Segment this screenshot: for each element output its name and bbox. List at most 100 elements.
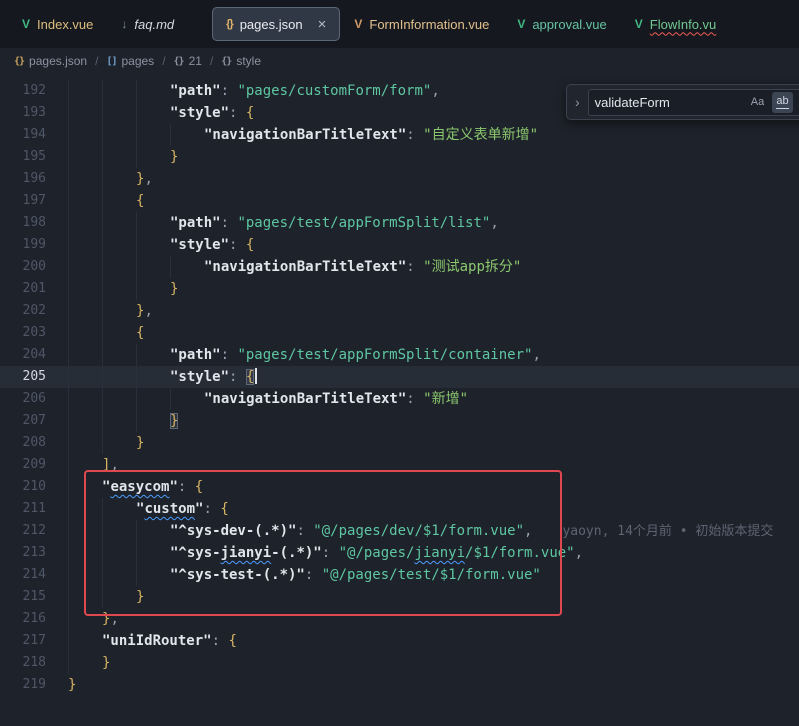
line-number[interactable]: 195 bbox=[0, 146, 46, 168]
code-line-206[interactable]: 206 "navigationBarTitleText": "新增" bbox=[0, 388, 799, 410]
line-number[interactable]: 203 bbox=[0, 322, 46, 344]
code-line-219[interactable]: 219} bbox=[0, 674, 799, 696]
find-query-text[interactable]: validateForm bbox=[595, 95, 743, 110]
indent-guide bbox=[136, 564, 170, 586]
line-number[interactable]: 202 bbox=[0, 300, 46, 322]
line-number[interactable]: 198 bbox=[0, 212, 46, 234]
symbol-icon: {} bbox=[14, 56, 24, 67]
indent-guide bbox=[68, 168, 102, 190]
line-number[interactable]: 217 bbox=[0, 630, 46, 652]
line-number[interactable]: 211 bbox=[0, 498, 46, 520]
breadcrumb-separator: / bbox=[95, 54, 98, 68]
code-line-204[interactable]: 204"path": "pages/test/appFormSplit/cont… bbox=[0, 344, 799, 366]
code-line-200[interactable]: 200"navigationBarTitleText": "测试app拆分" bbox=[0, 256, 799, 278]
indent-guide bbox=[136, 388, 170, 410]
indent-guide bbox=[68, 190, 102, 212]
code-line-197[interactable]: 197{ bbox=[0, 190, 799, 212]
line-number[interactable]: 193 bbox=[0, 102, 46, 124]
line-number[interactable]: 194 bbox=[0, 124, 46, 146]
code-line-210[interactable]: 210 "easycom": { bbox=[0, 476, 799, 498]
line-number[interactable]: 204 bbox=[0, 344, 46, 366]
line-number[interactable]: 200 bbox=[0, 256, 46, 278]
code-line-194[interactable]: 194 "navigationBarTitleText": "自定义表单新增" bbox=[0, 124, 799, 146]
code-line-211[interactable]: 211"custom": { bbox=[0, 498, 799, 520]
indent-guide bbox=[68, 124, 102, 146]
code-token: , bbox=[144, 171, 152, 187]
indent-guide bbox=[102, 410, 136, 432]
line-content: "easycom": { bbox=[68, 476, 799, 498]
line-number[interactable]: 209 bbox=[0, 454, 46, 476]
code-token: : bbox=[406, 259, 423, 275]
code-token: "navigationBarTitleText" bbox=[204, 259, 406, 275]
code-line-214[interactable]: 214"^sys-test-(.*)": "@/pages/test/$1/fo… bbox=[0, 564, 799, 586]
line-content: "navigationBarTitleText": "自定义表单新增" bbox=[68, 124, 799, 146]
code-line-218[interactable]: 218} bbox=[0, 652, 799, 674]
code-line-199[interactable]: 199"style": { bbox=[0, 234, 799, 256]
tab-flowinfo-vu[interactable]: VFlowInfo.vu bbox=[621, 7, 731, 41]
line-number[interactable]: 210 bbox=[0, 476, 46, 498]
code-line-209[interactable]: 209], bbox=[0, 454, 799, 476]
indent-guide bbox=[136, 410, 170, 432]
code-line-212[interactable]: 212"^sys-dev-(.*)": "@/pages/dev/$1/form… bbox=[0, 520, 799, 542]
code-line-202[interactable]: 202}, bbox=[0, 300, 799, 322]
breadcrumb-item-style[interactable]: {}style bbox=[221, 54, 261, 68]
line-number[interactable]: 212 bbox=[0, 520, 46, 542]
code-line-205[interactable]: 205 "style": { bbox=[0, 366, 799, 388]
json-file-icon: {} bbox=[226, 19, 233, 30]
line-number[interactable]: 215 bbox=[0, 586, 46, 608]
code-line-207[interactable]: 207} bbox=[0, 410, 799, 432]
match-case-button[interactable]: Aa bbox=[747, 92, 768, 113]
code-line-213[interactable]: 213"^sys-jianyi-(.*)": "@/pages/jianyi/$… bbox=[0, 542, 799, 564]
code-token: "style" bbox=[170, 237, 229, 253]
tab-index-vue[interactable]: VIndex.vue bbox=[8, 7, 107, 41]
code-line-196[interactable]: 196}, bbox=[0, 168, 799, 190]
line-number[interactable]: 206 bbox=[0, 388, 46, 410]
code-token: "navigationBarTitleText" bbox=[204, 391, 406, 407]
code-line-217[interactable]: 217"uniIdRouter": { bbox=[0, 630, 799, 652]
tab-label: pages.json bbox=[240, 18, 303, 31]
tab-pages-json[interactable]: {} pages.json × bbox=[212, 7, 340, 41]
line-number[interactable]: 214 bbox=[0, 564, 46, 586]
indent-guide bbox=[102, 124, 136, 146]
line-number[interactable]: 216 bbox=[0, 608, 46, 630]
whole-word-button[interactable]: ab bbox=[772, 92, 793, 113]
toggle-replace-chevron-icon[interactable]: › bbox=[575, 95, 580, 109]
line-number[interactable]: 197 bbox=[0, 190, 46, 212]
code-line-195[interactable]: 195} bbox=[0, 146, 799, 168]
line-number[interactable]: 196 bbox=[0, 168, 46, 190]
line-content: "style": { bbox=[68, 366, 799, 388]
line-content: "navigationBarTitleText": "新增" bbox=[68, 388, 799, 410]
indent-guide bbox=[68, 388, 102, 410]
line-number[interactable]: 219 bbox=[0, 674, 46, 696]
breadcrumb-separator: / bbox=[162, 54, 165, 68]
code-line-203[interactable]: 203{ bbox=[0, 322, 799, 344]
code-line-215[interactable]: 215} bbox=[0, 586, 799, 608]
line-number[interactable]: 199 bbox=[0, 234, 46, 256]
find-widget[interactable]: › validateForm Aa ab .* bbox=[566, 84, 799, 120]
breadcrumb-item-21[interactable]: {}21 bbox=[174, 54, 202, 68]
tab-forminformation-vue[interactable]: VFormInformation.vue bbox=[340, 7, 503, 41]
close-icon[interactable]: × bbox=[318, 17, 327, 32]
indent-guide bbox=[102, 256, 136, 278]
code-token: "pages/customForm/form" bbox=[237, 83, 431, 99]
indent-guide bbox=[68, 498, 102, 520]
code-line-198[interactable]: 198"path": "pages/test/appFormSplit/list… bbox=[0, 212, 799, 234]
code-line-216[interactable]: 216}, bbox=[0, 608, 799, 630]
code-line-201[interactable]: 201} bbox=[0, 278, 799, 300]
breadcrumb-item-pages[interactable]: []pages bbox=[106, 54, 154, 68]
code-token: "@/pages/test/$1/form.vue" bbox=[322, 567, 541, 583]
line-number[interactable]: 218 bbox=[0, 652, 46, 674]
line-number[interactable]: 192 bbox=[0, 80, 46, 102]
code-line-208[interactable]: 208} bbox=[0, 432, 799, 454]
indent-guide bbox=[102, 212, 136, 234]
line-number[interactable]: 207 bbox=[0, 410, 46, 432]
indent-guide bbox=[102, 542, 136, 564]
line-number[interactable]: 213 bbox=[0, 542, 46, 564]
find-input[interactable]: validateForm Aa ab .* bbox=[588, 89, 799, 116]
line-number[interactable]: 205 bbox=[0, 366, 46, 388]
tab-faq-md[interactable]: ↓faq.md bbox=[107, 7, 188, 41]
tab-approval-vue[interactable]: Vapproval.vue bbox=[503, 7, 620, 41]
line-number[interactable]: 208 bbox=[0, 432, 46, 454]
breadcrumb-item-pages-json[interactable]: {}pages.json bbox=[14, 54, 87, 68]
line-number[interactable]: 201 bbox=[0, 278, 46, 300]
